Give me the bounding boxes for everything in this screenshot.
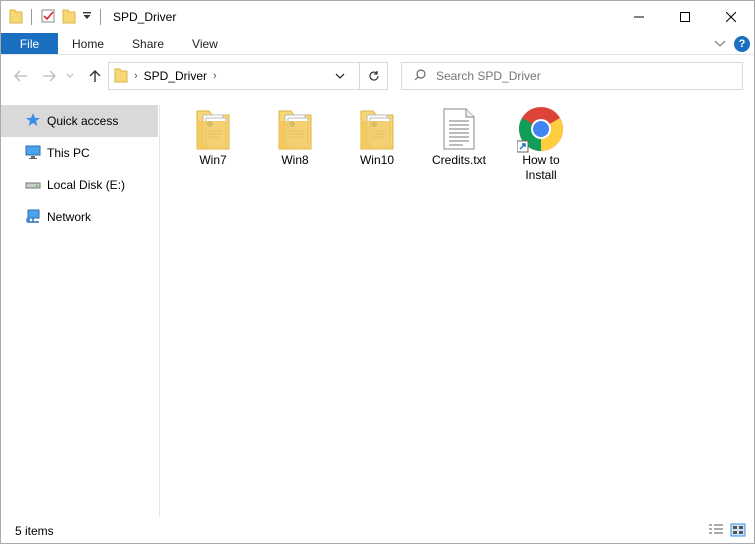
sidebar-item-label: Quick access — [47, 114, 119, 128]
address-bar[interactable]: › SPD_Driver › — [108, 62, 388, 90]
separator — [100, 9, 101, 25]
address-path[interactable]: SPD_Driver — [144, 69, 207, 83]
tab-file[interactable]: File — [1, 33, 58, 54]
close-button[interactable] — [708, 1, 754, 33]
recent-locations-button[interactable] — [63, 65, 77, 87]
folder-icon — [189, 105, 237, 153]
forward-button[interactable] — [38, 65, 60, 87]
item-count: 5 items — [15, 524, 54, 538]
file-name: Credits.txt — [431, 153, 486, 167]
chevron-right-icon[interactable]: › — [134, 70, 138, 82]
tab-share[interactable]: Share — [118, 33, 178, 54]
drive-icon — [25, 176, 41, 195]
file-item-how-to-install[interactable]: How to Install — [503, 105, 579, 183]
ribbon-tabs: File Home Share View ? — [1, 33, 754, 55]
navigation-pane: Quick access This PC Local Disk (E:) Net… — [1, 105, 160, 517]
tab-view[interactable]: View — [178, 33, 232, 54]
back-button[interactable] — [10, 65, 32, 87]
folder-icon — [353, 105, 401, 153]
address-dropdown-button[interactable] — [329, 63, 351, 89]
new-folder-icon[interactable] — [62, 8, 76, 27]
help-button[interactable]: ? — [734, 35, 750, 52]
navigation-bar: › SPD_Driver › Search SPD_Driver — [1, 57, 754, 95]
properties-icon[interactable] — [40, 8, 56, 27]
star-icon — [25, 112, 41, 131]
search-icon — [414, 68, 426, 84]
network-icon — [25, 208, 41, 227]
customize-dropdown-icon[interactable] — [82, 10, 92, 24]
refresh-button[interactable] — [359, 63, 387, 89]
sidebar-item-local-disk[interactable]: Local Disk (E:) — [1, 169, 159, 201]
details-view-icon[interactable] — [708, 523, 724, 540]
file-name: How to Install — [522, 153, 560, 182]
file-item-win8[interactable]: Win8 — [257, 105, 333, 168]
search-input[interactable]: Search SPD_Driver — [436, 69, 541, 83]
title-bar: SPD_Driver — [1, 1, 754, 33]
sidebar-item-label: Local Disk (E:) — [47, 178, 126, 192]
window-title: SPD_Driver — [113, 10, 177, 24]
folder-icon — [114, 67, 128, 86]
sidebar-item-label: Network — [47, 210, 92, 224]
up-button[interactable] — [84, 65, 106, 87]
maximize-button[interactable] — [662, 1, 708, 33]
computer-icon — [25, 144, 41, 163]
folder-icon — [271, 105, 319, 153]
chrome-shortcut-icon — [517, 105, 565, 153]
file-item-credits[interactable]: Credits.txt — [421, 105, 497, 168]
view-buttons — [708, 523, 746, 540]
expand-ribbon-button[interactable] — [714, 37, 726, 51]
file-name: Win7 — [199, 153, 227, 167]
file-name: Win8 — [281, 153, 309, 167]
status-bar: 5 items — [1, 519, 754, 543]
quick-access-toolbar: SPD_Driver — [1, 1, 176, 33]
large-icons-view-icon[interactable] — [730, 523, 746, 540]
sidebar-item-network[interactable]: Network — [1, 201, 159, 233]
explorer-window: SPD_Driver File Home Share View ? › SPD_… — [0, 0, 755, 544]
search-box[interactable]: Search SPD_Driver — [401, 62, 743, 90]
sidebar-item-this-pc[interactable]: This PC — [1, 137, 159, 169]
file-item-win7[interactable]: Win7 — [175, 105, 251, 168]
text-file-icon — [435, 105, 483, 153]
sidebar-item-label: This PC — [47, 146, 90, 160]
tab-home[interactable]: Home — [58, 33, 118, 54]
window-controls — [616, 1, 754, 33]
ribbon-right-controls: ? — [714, 33, 754, 54]
folder-icon — [9, 8, 23, 27]
file-item-win10[interactable]: Win10 — [339, 105, 415, 168]
minimize-button[interactable] — [616, 1, 662, 33]
file-name: Win10 — [359, 153, 394, 167]
separator — [31, 9, 32, 25]
sidebar-item-quick-access[interactable]: Quick access — [1, 105, 158, 137]
chevron-right-icon[interactable]: › — [213, 70, 217, 82]
file-list: Win7 Win8 Win10 Credits.txt How to Insta… — [161, 101, 753, 517]
